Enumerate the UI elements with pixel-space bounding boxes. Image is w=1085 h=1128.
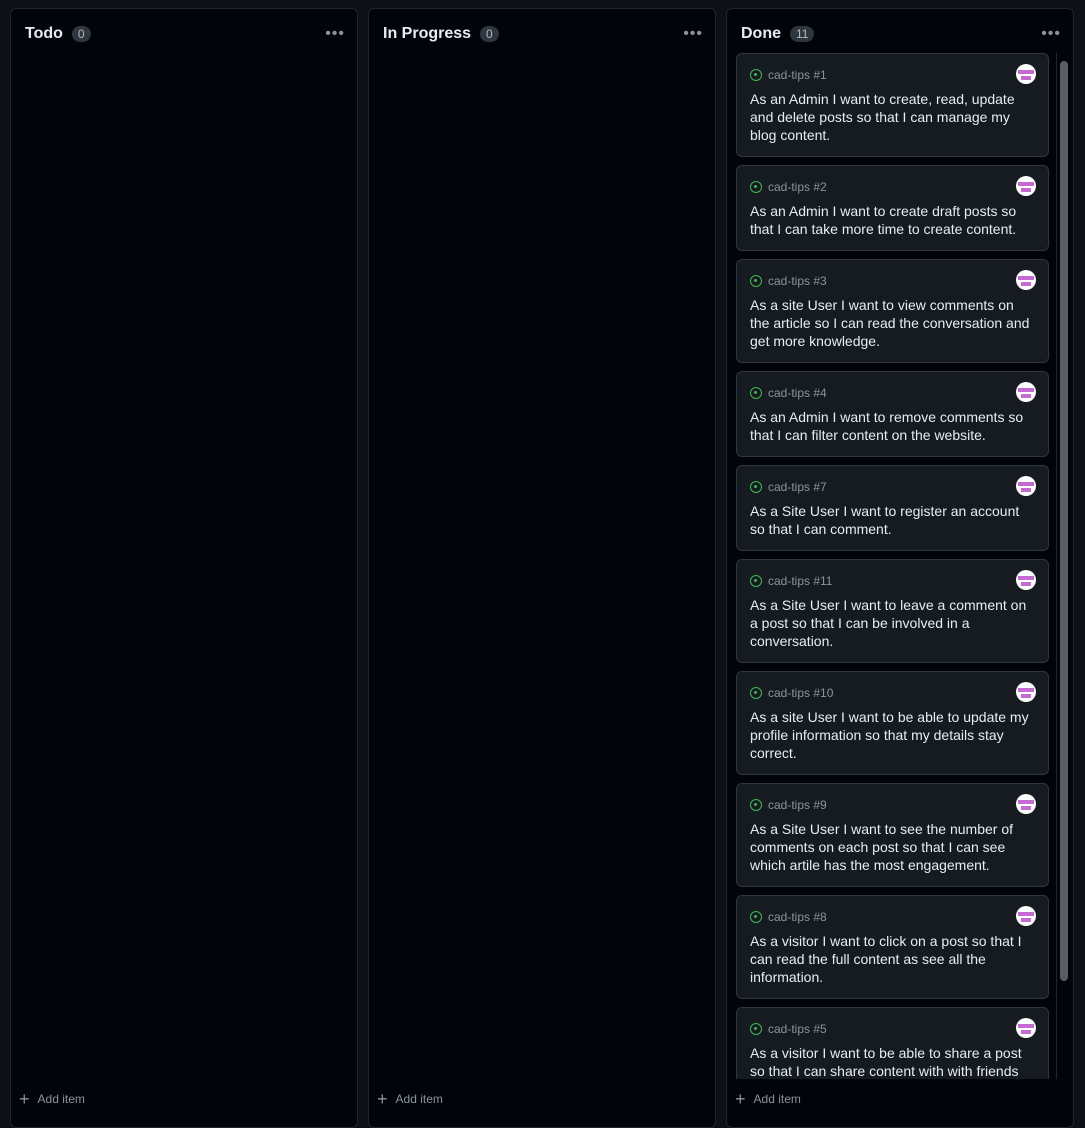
card-meta: cad-tips #1	[750, 66, 1036, 84]
issue-reference[interactable]: cad-tips #1	[768, 68, 827, 82]
issue-open-icon	[750, 687, 762, 699]
column-todo: Todo 0 ••• + Add item	[10, 8, 358, 1128]
item-count-badge: 0	[480, 26, 499, 42]
plus-icon: +	[735, 1089, 746, 1109]
avatar[interactable]	[1016, 176, 1036, 196]
issue-open-icon	[750, 799, 762, 811]
issue-card[interactable]: cad-tips #10 As a site User I want to be…	[736, 671, 1049, 775]
issue-reference[interactable]: cad-tips #11	[768, 574, 832, 588]
issue-reference[interactable]: cad-tips #9	[768, 798, 827, 812]
issue-card[interactable]: cad-tips #4 As an Admin I want to remove…	[736, 371, 1049, 457]
issue-open-icon	[750, 69, 762, 81]
add-item-button[interactable]: + Add item	[19, 1090, 85, 1108]
issue-card[interactable]: cad-tips #1 As an Admin I want to create…	[736, 53, 1049, 157]
column-in-progress: In Progress 0 ••• + Add item	[368, 8, 716, 1128]
issue-reference[interactable]: cad-tips #3	[768, 274, 827, 288]
card-title: As a Site User I want to see the number …	[750, 821, 1014, 873]
column-menu-icon[interactable]: •••	[1041, 25, 1061, 43]
issue-reference[interactable]: cad-tips #4	[768, 386, 827, 400]
column-header: Todo 0 •••	[25, 23, 345, 45]
issue-card[interactable]: cad-tips #5 As a visitor I want to be ab…	[736, 1007, 1049, 1079]
add-item-button[interactable]: + Add item	[377, 1090, 443, 1108]
avatar[interactable]	[1016, 270, 1036, 290]
issue-reference[interactable]: cad-tips #8	[768, 910, 827, 924]
plus-icon: +	[19, 1089, 30, 1109]
issue-open-icon	[750, 1023, 762, 1035]
issue-card[interactable]: cad-tips #7 As a Site User I want to reg…	[736, 465, 1049, 551]
card-meta: cad-tips #11	[750, 572, 1036, 590]
card-meta: cad-tips #9	[750, 796, 1036, 814]
plus-icon: +	[377, 1089, 388, 1109]
add-item-button[interactable]: + Add item	[735, 1090, 801, 1108]
add-item-label: Add item	[37, 1092, 85, 1106]
issue-open-icon	[750, 481, 762, 493]
add-item-label: Add item	[395, 1092, 443, 1106]
column-header: Done 11 •••	[741, 23, 1061, 45]
avatar[interactable]	[1016, 476, 1036, 496]
scrollbar[interactable]	[1056, 53, 1071, 1079]
column-header: In Progress 0 •••	[383, 23, 703, 45]
issue-reference[interactable]: cad-tips #7	[768, 480, 827, 494]
card-title: As a visitor I want to click on a post s…	[750, 933, 1022, 985]
issue-card[interactable]: cad-tips #9 As a Site User I want to see…	[736, 783, 1049, 887]
card-meta: cad-tips #8	[750, 908, 1036, 926]
issue-card[interactable]: cad-tips #3 As a site User I want to vie…	[736, 259, 1049, 363]
column-done: Done 11 ••• cad-tips #1 As an Admin I wa…	[726, 8, 1074, 1128]
issue-open-icon	[750, 911, 762, 923]
avatar[interactable]	[1016, 382, 1036, 402]
card-meta: cad-tips #4	[750, 384, 1036, 402]
card-meta: cad-tips #3	[750, 272, 1036, 290]
issue-card[interactable]: cad-tips #11 As a Site User I want to le…	[736, 559, 1049, 663]
column-menu-icon[interactable]: •••	[683, 25, 703, 43]
card-title: As a Site User I want to leave a comment…	[750, 597, 1027, 649]
card-title: As an Admin I want to remove comments so…	[750, 409, 1024, 443]
card-meta: cad-tips #5	[750, 1020, 1036, 1038]
card-title: As an Admin I want to create, read, upda…	[750, 91, 1015, 143]
avatar[interactable]	[1016, 570, 1036, 590]
issue-open-icon	[750, 387, 762, 399]
issue-card[interactable]: cad-tips #8 As a visitor I want to click…	[736, 895, 1049, 999]
card-meta: cad-tips #2	[750, 178, 1036, 196]
add-item-label: Add item	[753, 1092, 801, 1106]
avatar[interactable]	[1016, 1018, 1036, 1038]
issue-reference[interactable]: cad-tips #2	[768, 180, 827, 194]
issue-open-icon	[750, 275, 762, 287]
card-list: cad-tips #1 As an Admin I want to create…	[736, 53, 1049, 1079]
item-count-badge: 0	[71, 26, 91, 42]
card-meta: cad-tips #10	[750, 684, 1036, 702]
scrollbar-thumb[interactable]	[1060, 61, 1068, 981]
avatar[interactable]	[1016, 906, 1036, 926]
avatar[interactable]	[1016, 682, 1036, 702]
card-title: As a visitor I want to be able to share …	[750, 1045, 1022, 1079]
column-title: In Progress	[383, 25, 472, 42]
avatar[interactable]	[1016, 64, 1036, 84]
card-title: As a site User I want to view comments o…	[750, 297, 1030, 349]
card-title: As an Admin I want to create draft posts…	[750, 203, 1017, 237]
item-count-badge: 11	[790, 26, 815, 42]
avatar[interactable]	[1016, 794, 1036, 814]
issue-open-icon	[750, 181, 762, 193]
card-meta: cad-tips #7	[750, 478, 1036, 496]
column-title: Todo	[25, 25, 63, 42]
card-title: As a site User I want to be able to upda…	[750, 709, 1029, 761]
column-title: Done	[741, 25, 781, 42]
issue-reference[interactable]: cad-tips #10	[768, 686, 833, 700]
issue-card[interactable]: cad-tips #2 As an Admin I want to create…	[736, 165, 1049, 251]
card-title: As a Site User I want to register an acc…	[750, 503, 1020, 537]
column-menu-icon[interactable]: •••	[325, 25, 345, 43]
issue-open-icon	[750, 575, 762, 587]
issue-reference[interactable]: cad-tips #5	[768, 1022, 827, 1036]
